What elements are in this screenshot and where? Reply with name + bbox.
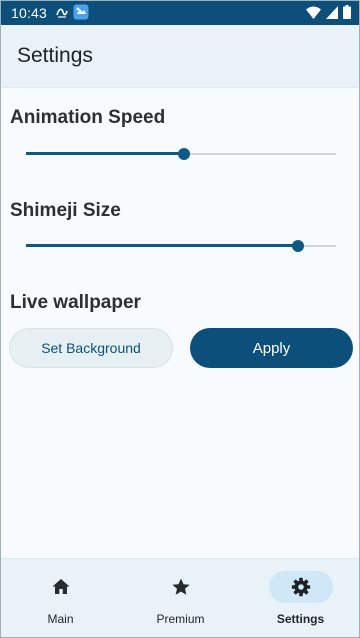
status-time: 10:43 [11,5,48,21]
slider-thumb[interactable] [292,240,304,252]
battery-icon [343,5,351,24]
nav-label-premium: Premium [156,612,205,626]
status-bar: 10:43 [1,1,359,25]
home-icon [51,577,71,597]
nav-item-premium[interactable]: Premium [121,559,240,637]
star-icon [171,577,191,597]
set-background-button[interactable]: Set Background [9,328,173,368]
app-screen: 10:43 Settings Animation Speed Shimeji S… [0,0,360,638]
app-notification-icon [73,4,89,25]
wifi-icon [306,6,321,24]
nav-item-main[interactable]: Main [1,559,120,637]
slider-fill [26,244,298,247]
app-bar: Settings [1,25,359,88]
shimeji-size-label: Shimeji Size [10,200,121,221]
shimeji-size-slider[interactable] [26,238,336,254]
sync-icon [55,5,69,24]
status-icons [306,5,351,24]
slider-fill [26,152,184,155]
slider-thumb[interactable] [178,148,190,160]
animation-speed-slider[interactable] [26,146,336,162]
apply-button[interactable]: Apply [190,328,353,368]
bottom-navigation: Main Premium Settings [1,558,359,637]
nav-label-main: Main [47,612,74,626]
signal-icon [326,5,338,24]
gear-icon [291,577,311,597]
nav-label-settings: Settings [276,612,325,626]
nav-item-settings[interactable]: Settings [241,559,359,637]
page-title: Settings [17,44,93,67]
animation-speed-label: Animation Speed [10,107,166,128]
live-wallpaper-label: Live wallpaper [10,292,141,313]
